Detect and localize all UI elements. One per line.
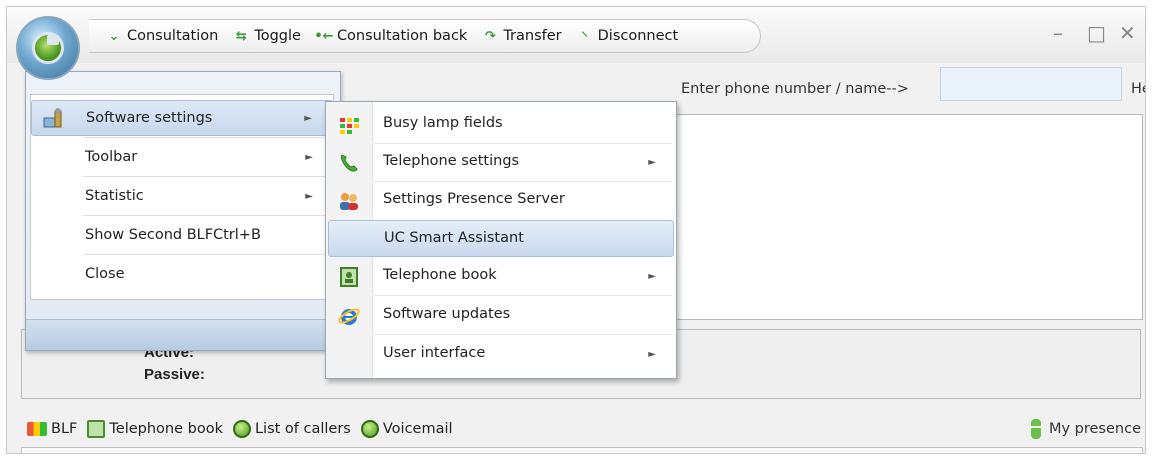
disconnect-icon: ⸌ [581,30,588,45]
title-bar: ⌄ Consultation ⇆ Toggle •← Consultation … [7,7,1145,63]
tab-list-of-callers[interactable]: List of callers [232,420,351,438]
submenu-arrow-icon: ► [648,157,656,168]
menu-item-toolbar[interactable]: Toolbar ► [31,139,333,175]
submenu-arrow-icon: ► [304,112,312,124]
submenu-arrow-icon: ► [648,349,656,360]
presence-person-icon [1030,419,1041,439]
submenu-item-software-updates[interactable]: Software updates [328,297,674,334]
phonebook-icon [338,266,360,288]
phone-handset-icon [338,152,360,174]
quick-access-toolbar: ⌄ Consultation ⇆ Toggle •← Consultation … [89,19,761,53]
phone-search-input[interactable] [940,67,1122,101]
search-label: Enter phone number / name--> [681,81,909,97]
software-settings-submenu: Busy lamp fields Telephone settings ► Se… [325,101,677,379]
bottom-tab-bar: BLF Telephone book List of callers Voice… [7,411,1145,447]
maximize-button[interactable]: □ [1087,21,1106,45]
lower-panel-edge [21,447,1143,453]
submenu-item-telephone-book[interactable]: Telephone book ► [328,258,674,295]
shortcut-label: Ctrl+B [213,227,261,243]
disconnect-button[interactable]: ⸌ Disconnect [574,27,678,45]
app-main-menu: Software settings ► Toolbar ► Statistic … [25,71,341,351]
submenu-arrow-icon: ► [648,271,656,282]
application-window: ⌄ Consultation ⇆ Toggle •← Consultation … [6,6,1146,454]
presence-people-icon [338,190,360,212]
submenu-item-busy-lamp-fields[interactable]: Busy lamp fields [328,106,674,143]
minimize-button[interactable]: – [1053,21,1063,45]
app-menu-orb-button[interactable] [16,16,80,80]
submenu-item-settings-presence-server[interactable]: Settings Presence Server [328,182,674,219]
consultation-back-icon: •← [314,28,334,44]
blf-icon [27,422,47,436]
main-menu-footer [26,319,340,350]
transfer-button[interactable]: ↷ Transfer [479,28,562,44]
voicemail-icon [360,420,379,438]
toggle-button[interactable]: ⇆ Toggle [230,28,301,44]
help-link[interactable]: Help [1131,81,1145,97]
my-presence-button[interactable]: My presence [1030,419,1141,439]
submenu-arrow-icon: ► [305,151,313,163]
menu-item-statistic[interactable]: Statistic ► [31,178,333,214]
submenu-item-user-interface[interactable]: User interface ► [328,336,674,373]
tab-voicemail[interactable]: Voicemail [360,420,453,438]
callers-list-icon [232,420,251,438]
toggle-icon: ⇆ [235,28,247,44]
submenu-item-uc-smart-assistant[interactable]: UC Smart Assistant [328,220,674,257]
transfer-icon: ↷ [484,28,496,44]
internet-explorer-icon [338,305,360,327]
submenu-arrow-icon: ► [305,190,313,202]
tab-blf[interactable]: BLF [27,421,77,437]
submenu-item-telephone-settings[interactable]: Telephone settings ► [328,144,674,181]
passive-label: Passive: [144,366,205,383]
call-list-panel [663,114,1143,320]
menu-item-software-settings[interactable]: Software settings ► [31,100,333,136]
menu-item-show-second-blf[interactable]: Show Second BLF Ctrl+B [31,217,333,253]
blf-icon [338,114,360,136]
main-menu-items: Software settings ► Toolbar ► Statistic … [30,94,334,300]
consultation-back-button[interactable]: •← Consultation back [313,28,467,44]
consultation-button[interactable]: ⌄ Consultation [103,28,219,44]
consultation-icon: ⌄ [108,28,120,44]
phonebook-icon [87,420,106,438]
close-button[interactable]: ✕ [1119,21,1136,45]
tools-icon [42,108,66,130]
menu-item-close[interactable]: Close [31,256,333,292]
tab-telephone-book[interactable]: Telephone book [87,420,223,438]
